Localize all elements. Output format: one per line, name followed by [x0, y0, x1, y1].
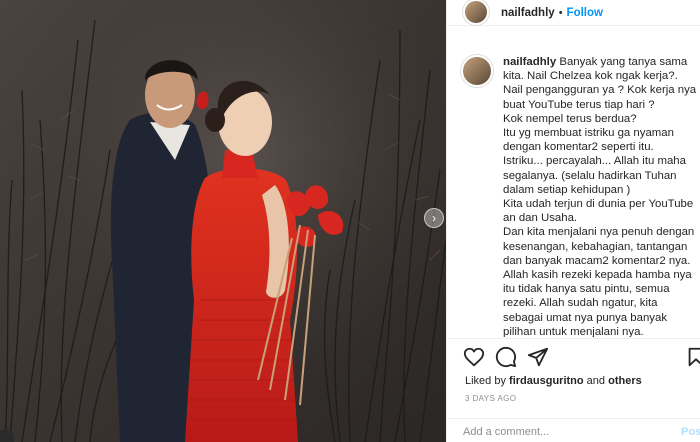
comment-input[interactable]	[463, 423, 653, 441]
caption-username[interactable]: nailfadhly	[503, 56, 556, 68]
likes-summary: Liked by firdausguritno and others	[465, 375, 642, 387]
comment-icon[interactable]	[495, 346, 517, 368]
paper-plane-icon[interactable]	[527, 346, 549, 368]
caption-avatar[interactable]	[461, 55, 493, 87]
couple-photo-illustration	[0, 0, 446, 442]
post-side-panel: nailfadhly • Follow nailfadhly Banyak ya…	[446, 0, 700, 442]
post-header: nailfadhly • Follow	[447, 0, 700, 26]
post-comment-button[interactable]: Post	[681, 426, 700, 438]
caption: nailfadhly Banyak yang tanya sama kita. …	[503, 45, 699, 337]
header-username[interactable]: nailfadhly	[501, 7, 555, 19]
separator-dot: •	[558, 6, 563, 19]
caption-area: nailfadhly Banyak yang tanya sama kita. …	[447, 45, 700, 337]
likes-and: and	[586, 375, 606, 387]
instagram-post: › nailfadhly • Follow nailfadhly Banyak …	[0, 0, 700, 442]
likes-others-link[interactable]: others	[608, 375, 642, 387]
action-bar	[463, 346, 700, 368]
divider	[447, 338, 700, 339]
post-timestamp[interactable]: 3 DAYS AGO	[465, 394, 516, 403]
carousel-next-button[interactable]: ›	[424, 208, 444, 228]
avatar[interactable]	[463, 0, 489, 25]
likes-prefix: Liked by	[465, 375, 506, 387]
bookmark-icon[interactable]	[685, 346, 700, 368]
post-photo[interactable]: ›	[0, 0, 446, 442]
heart-icon[interactable]	[463, 346, 485, 368]
caption-body: Banyak yang tanya sama kita. Nail Chelze…	[503, 56, 697, 337]
liked-by-user-link[interactable]: firdausguritno	[509, 375, 584, 387]
photo-corner-tag	[0, 430, 14, 442]
follow-button[interactable]: Follow	[567, 7, 603, 19]
chevron-right-icon: ›	[432, 211, 436, 225]
comment-bar: Post	[447, 418, 700, 442]
